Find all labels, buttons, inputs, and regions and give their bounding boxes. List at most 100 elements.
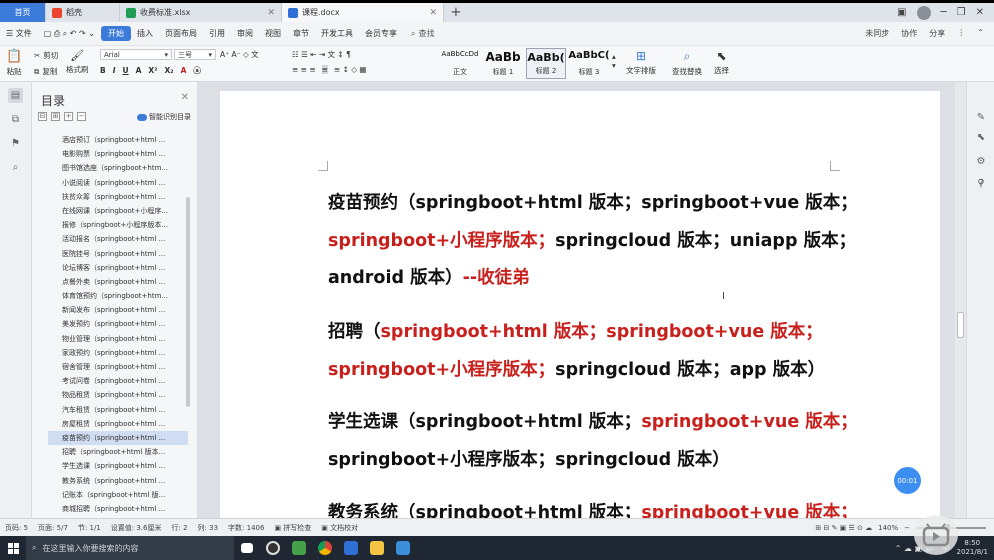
document-scrollbar[interactable] — [955, 82, 966, 518]
menu-home[interactable]: 开始 — [100, 26, 131, 41]
toc-item[interactable]: 宿舍管理（springboot+html ... — [48, 360, 188, 374]
highlight-button[interactable]: ⓐ — [193, 65, 201, 76]
expand-all-icon[interactable]: ⊞ — [51, 112, 60, 121]
paragraph-tools-top[interactable]: ☷ ☰ ⇤ ⇥ 文 ↕ ¶ — [292, 49, 351, 60]
toc-item[interactable]: 医院挂号（springboot+html ... — [48, 247, 188, 261]
add-heading-icon[interactable]: + — [64, 112, 73, 121]
toc-item[interactable]: 学生选课（springboot+html ... — [48, 459, 188, 473]
scroll-thumb[interactable] — [957, 312, 964, 338]
menu-chapter[interactable]: 章节 — [287, 28, 315, 39]
zoom-level[interactable]: 140% — [878, 524, 898, 532]
underline-button[interactable]: U — [123, 66, 129, 75]
status-words[interactable]: 字数: 1406 — [223, 523, 269, 533]
menu-insert[interactable]: 插入 — [131, 28, 159, 39]
menu-dev-tools[interactable]: 开发工具 — [315, 28, 359, 39]
smart-toc-button[interactable]: 智能识别目录 — [137, 112, 191, 122]
menu-member[interactable]: 会员专享 — [359, 28, 403, 39]
menu-page-layout[interactable]: 页面布局 — [159, 28, 203, 39]
close-icon[interactable]: ✕ — [181, 92, 189, 103]
window-layout-icon[interactable]: ▣ — [897, 7, 906, 18]
collaborate-button[interactable]: 协作 — [901, 28, 917, 39]
toc-item[interactable]: 新闻发布（springboot+html ... — [48, 303, 188, 317]
toc-item[interactable]: 教务系统（springboot+html ... — [48, 474, 188, 488]
tab-xlsx[interactable]: 收费标准.xlsx ✕ — [120, 3, 282, 22]
new-tab-button[interactable]: + — [444, 3, 468, 22]
menu-references[interactable]: 引用 — [203, 28, 231, 39]
cut-button[interactable]: ✂ 剪切 — [34, 50, 58, 61]
paragraph-tools-bottom[interactable]: ≡ ≡ ≡ ≡ ≡ ↕ ◇ ▦ — [292, 65, 367, 74]
close-tab-icon[interactable]: ✕ — [267, 8, 275, 18]
clock[interactable]: 8:50 2021/8/1 — [957, 539, 988, 557]
pointer-icon[interactable]: ⬉ — [974, 130, 988, 144]
close-tab-icon[interactable]: ✕ — [429, 8, 437, 18]
more-icon[interactable]: ⋮ — [957, 28, 965, 39]
toc-item[interactable]: 论坛博客（springboot+html ... — [48, 261, 188, 275]
toc-item[interactable]: 酒店预订（springboot+html ... — [48, 133, 188, 147]
toc-item[interactable]: 在线网课（springboot+小程序... — [48, 204, 188, 218]
paste-button[interactable]: 📋 粘贴 — [6, 49, 22, 77]
app-icon-green[interactable] — [286, 536, 312, 560]
edit-icon[interactable]: ✎ — [974, 110, 988, 124]
menu-icon[interactable]: ☰ 文件 — [0, 28, 38, 39]
toc-item[interactable]: 房屋租赁（springboot+html ... — [48, 417, 188, 431]
toc-item[interactable]: 点餐外卖（springboot+html ... — [48, 275, 188, 289]
strike-button[interactable]: A — [136, 66, 142, 75]
toc-item[interactable]: 商城招聘（springboot+html ... — [48, 502, 188, 516]
toc-item[interactable]: 美发预约（springboot+html ... — [48, 317, 188, 331]
share-button[interactable]: 分享 — [929, 28, 945, 39]
toc-item[interactable]: 小说阅读（springboot+html ... — [48, 176, 188, 190]
font-size-select[interactable]: 三号 ▾ — [174, 49, 216, 60]
navigation-icon[interactable]: ⧉ — [8, 112, 23, 127]
select-button[interactable]: ⬉ 选择 — [714, 49, 729, 76]
recording-timer[interactable]: 00:01 — [894, 467, 921, 494]
search-box[interactable]: ⌕ 查找 — [411, 28, 434, 39]
subscript-button[interactable]: X₂ — [165, 66, 174, 75]
minimize-icon[interactable]: ─ — [941, 7, 947, 18]
italic-button[interactable]: I — [113, 66, 116, 75]
collapse-all-icon[interactable]: ⊟ — [38, 112, 47, 121]
windows-start-icon[interactable] — [0, 536, 26, 560]
help-icon[interactable]: ? — [974, 176, 988, 190]
toc-item[interactable]: 电影购票（springboot+html ... — [48, 147, 188, 161]
tab-docx[interactable]: 课程.docx ✕ — [282, 3, 444, 22]
bookmark-icon[interactable]: ⚑ — [8, 136, 23, 151]
toc-scrollbar[interactable] — [186, 197, 190, 407]
quick-access-icons[interactable]: ▢ ⎙ ⌕ ↶ ↷ ⌄ — [38, 29, 101, 39]
style-normal[interactable]: AaBbCcDd 正文 — [440, 48, 480, 79]
toc-item[interactable]: 招聘（springboot+html 版本... — [48, 445, 188, 459]
toc-item[interactable]: 疫苗预约（springboot+html ... — [48, 430, 188, 446]
style-heading-3[interactable]: AaBbC(标题 3 — [568, 48, 609, 79]
styles-scroll[interactable]: ▴ ▾ — [612, 52, 616, 70]
toc-item[interactable]: 活动报名（springboot+html ... — [48, 232, 188, 246]
toc-item[interactable]: 物业管理（springboot+html ... — [48, 332, 188, 346]
taskbar-search[interactable]: ⌕ 在这里输入你要搜索的内容 — [26, 536, 234, 560]
wps-writer-icon[interactable] — [338, 536, 364, 560]
copy-button[interactable]: ⧉ 复制 — [34, 66, 57, 77]
avatar[interactable] — [916, 5, 931, 20]
view-mode-icons[interactable]: ⊞ ⊟ ✎ ▣ ☰ ⊙ ☁ — [815, 524, 872, 532]
zoom-out-icon[interactable]: − — [904, 524, 910, 532]
search-panel-icon[interactable]: ⌕ — [8, 160, 23, 175]
task-view-icon[interactable] — [234, 536, 260, 560]
font-size-tools[interactable]: A⁺ A⁻ ◇ 文 — [220, 49, 259, 60]
chrome-icon[interactable] — [312, 536, 338, 560]
collapse-icon[interactable]: ⌃ — [977, 28, 984, 39]
text-layout-button[interactable]: ⊞ 文字排版 — [626, 49, 656, 76]
settings-sliders-icon[interactable]: ⚙ — [974, 154, 988, 168]
font-color-button[interactable]: A — [181, 66, 187, 75]
tab-home[interactable]: 首页 — [0, 3, 46, 22]
tab-docer[interactable]: 稻壳 — [46, 3, 120, 22]
find-replace-button[interactable]: ⌕ 查找替换 — [672, 49, 702, 77]
app-icon-blue[interactable] — [390, 536, 416, 560]
document-page[interactable]: 疫苗预约（springboot+html 版本；springboot+vue 版… — [220, 91, 940, 518]
menu-review[interactable]: 审阅 — [231, 28, 259, 39]
toc-item[interactable]: 扶贫众筹（springboot+html ... — [48, 190, 188, 204]
proofread-button[interactable]: ▣ 文档校对 — [316, 523, 363, 533]
toc-item[interactable]: 体育馆预约（springboot+htm... — [48, 289, 188, 303]
toc-item[interactable]: 考试问卷（springboot+html ... — [48, 374, 188, 388]
toc-item[interactable]: 记账本（springboot+html 版... — [48, 488, 188, 502]
font-select[interactable]: Arial ▾ — [100, 49, 172, 60]
toc-item[interactable]: 物品租赁（springboot+html ... — [48, 388, 188, 402]
style-heading-1[interactable]: AaBb 标题 1 — [483, 48, 523, 79]
toc-item[interactable]: 图书馆选座（springboot+htm... — [48, 161, 188, 175]
